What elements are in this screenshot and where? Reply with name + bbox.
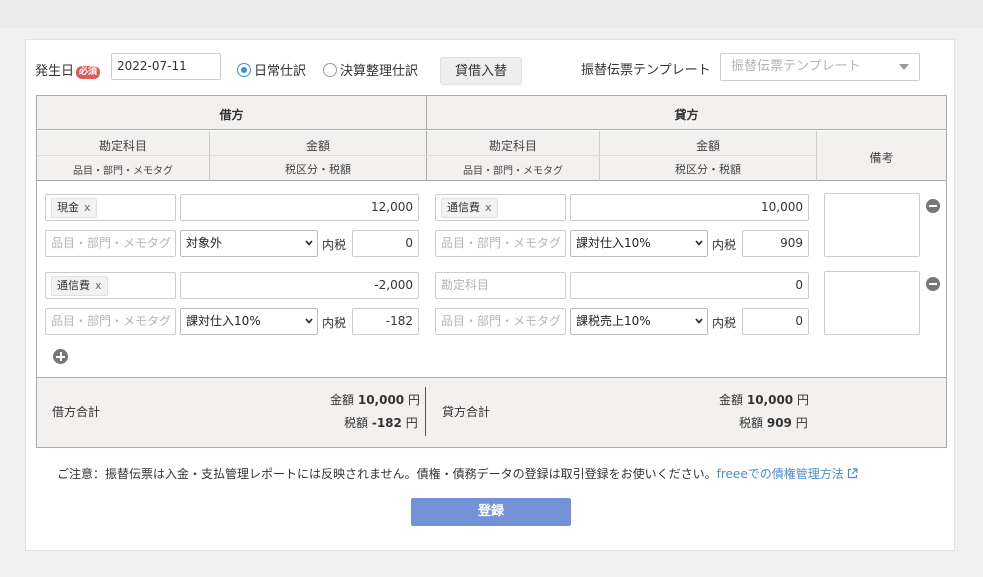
row-divider (37, 155, 816, 156)
credit-total-tax: 税額 909 円 (739, 416, 808, 430)
debit-detail-input[interactable]: 品目・部門・メモタグ (45, 308, 176, 335)
date-label: 発生日 必須 (35, 60, 101, 79)
debit-amount-input[interactable]: -2,000 (180, 272, 419, 299)
radio-closing[interactable]: 決算整理仕訳 (323, 60, 418, 79)
credit-detail-input[interactable]: 品目・部門・メモタグ (435, 308, 566, 335)
credit-tax-category-select[interactable]: 課税売上10% (570, 308, 708, 335)
totals-divider (425, 387, 426, 436)
credit-amount-input[interactable]: 10,000 (570, 194, 809, 221)
debit-tax-category-select[interactable]: 課対仕入10% (180, 308, 318, 335)
debit-detail-input[interactable]: 品目・部門・メモタグ (45, 230, 176, 257)
credit-detail-header: 品目・部門・メモタグ (463, 166, 563, 177)
account-tag: 通信費 x (51, 276, 108, 296)
radio-normal[interactable]: 日常仕訳 (237, 60, 306, 79)
debit-total-amount: 金額 10,000 円 (330, 393, 420, 407)
chevron-down-icon (305, 240, 313, 246)
remove-tag-icon[interactable]: x (84, 201, 91, 214)
debit-tax-header: 税区分・税額 (285, 163, 351, 176)
chevron-down-icon (695, 240, 703, 246)
journal-entry-card: 発生日 必須 2022-07-11 日常仕訳 決算整理仕訳 貸借入替 振替伝票テン… (25, 39, 955, 551)
tax-included-label: 内税 (322, 316, 347, 330)
credit-account-input[interactable]: 通信費 x (435, 194, 566, 221)
debit-total-label: 借方合計 (52, 405, 101, 419)
credit-tax-header: 税区分・税額 (675, 163, 741, 176)
required-badge: 必須 (76, 66, 101, 79)
remove-tag-icon[interactable]: x (95, 279, 102, 292)
credit-amount-header: 金額 (695, 139, 720, 153)
credit-tax-input[interactable]: 909 (742, 230, 809, 257)
remove-tag-icon[interactable]: x (485, 201, 492, 214)
notice-text: ご注意：振替伝票は入金・支払管理レポートには反映されません。債権・債務データの登… (57, 465, 937, 482)
template-label: 振替伝票テンプレート (581, 63, 711, 78)
credit-amount-input[interactable]: 0 (570, 272, 809, 299)
receivables-help-link[interactable]: freeeでの債権管理方法 (717, 467, 844, 481)
tax-included-label: 内税 (322, 238, 347, 252)
credit-tax-input[interactable]: 0 (742, 308, 809, 335)
tax-included-label: 内税 (712, 238, 737, 252)
radio-unselected-icon (323, 63, 337, 77)
tax-included-label: 内税 (712, 316, 737, 330)
debit-account-header: 勘定科目 (98, 139, 147, 153)
swap-debit-credit-button[interactable]: 貸借入替 (440, 57, 522, 85)
top-bar (0, 0, 983, 28)
memo-textarea[interactable] (824, 193, 920, 257)
memo-header: 備考 (869, 151, 894, 165)
credit-detail-input[interactable]: 品目・部門・メモタグ (435, 230, 566, 257)
date-input[interactable]: 2022-07-11 (111, 53, 221, 80)
register-button[interactable]: 登録 (411, 498, 571, 526)
debit-account-input[interactable]: 通信費 x (45, 272, 176, 299)
account-tag: 現金 x (51, 198, 97, 218)
debit-amount-input[interactable]: 12,000 (180, 194, 419, 221)
radio-selected-icon (237, 63, 251, 77)
memo-textarea[interactable] (824, 271, 920, 335)
debit-total-tax: 税額 -182 円 (344, 416, 418, 430)
debit-tax-input[interactable]: 0 (352, 230, 419, 257)
credit-total-amount: 金額 10,000 円 (719, 393, 809, 407)
caret-down-icon (899, 64, 909, 70)
account-tag: 通信費 x (441, 198, 498, 218)
totals-row (37, 377, 946, 447)
chevron-down-icon (695, 318, 703, 324)
credit-account-input[interactable]: 勘定科目 (435, 272, 566, 299)
credit-tax-category-select[interactable]: 課対仕入10% (570, 230, 708, 257)
template-select[interactable]: 振替伝票テンプレート (720, 53, 920, 81)
debit-account-input[interactable]: 現金 x (45, 194, 176, 221)
credit-header: 貸方 (674, 108, 699, 122)
add-row-icon[interactable] (53, 349, 68, 364)
credit-total-label: 貸方合計 (442, 405, 491, 419)
remove-row-icon[interactable] (926, 277, 940, 291)
debit-amount-header: 金額 (305, 139, 330, 153)
remove-row-icon[interactable] (926, 199, 940, 213)
chevron-down-icon (305, 318, 313, 324)
debit-tax-input[interactable]: -182 (352, 308, 419, 335)
debit-header: 借方 (219, 108, 244, 122)
external-link-icon (847, 468, 858, 479)
debit-detail-header: 品目・部門・メモタグ (73, 166, 173, 177)
debit-tax-category-select[interactable]: 対象外 (180, 230, 318, 257)
credit-account-header: 勘定科目 (488, 139, 537, 153)
